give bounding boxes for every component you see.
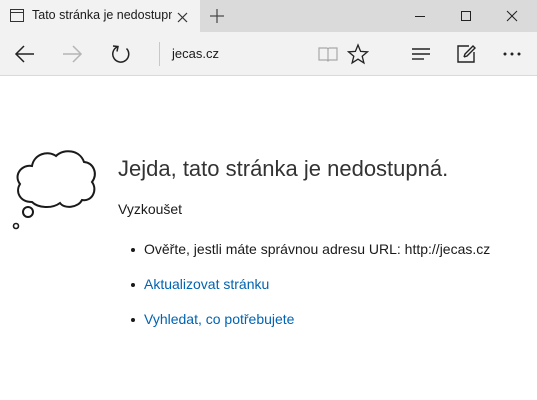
maximize-icon xyxy=(461,11,471,21)
list-item: Vyhledat, co potřebujete xyxy=(128,311,490,346)
new-tab-icon[interactable] xyxy=(209,8,225,29)
minimize-button[interactable] xyxy=(397,0,443,32)
maximize-button[interactable] xyxy=(443,0,489,32)
check-url-text: Ověřte, jestli máte správnou adresu URL:… xyxy=(144,241,491,257)
refresh-page-link[interactable]: Aktualizovat stránku xyxy=(144,276,269,292)
address-divider xyxy=(159,42,160,66)
tab-bar: Tato stránka je nedostupná xyxy=(0,0,537,32)
close-icon xyxy=(506,10,518,22)
suggestion-list: Ověřte, jestli máte správnou adresu URL:… xyxy=(128,241,490,346)
more-options-icon[interactable] xyxy=(501,43,523,70)
page-title: Jejda, tato stránka je nedostupná. xyxy=(118,156,449,181)
page-icon xyxy=(10,9,24,27)
minimize-icon xyxy=(415,16,425,17)
back-icon[interactable] xyxy=(14,43,36,70)
reading-view-icon[interactable] xyxy=(317,43,339,70)
search-link[interactable]: Vyhledat, co potřebujete xyxy=(144,311,294,327)
favorite-star-icon[interactable] xyxy=(346,43,370,70)
hub-icon[interactable] xyxy=(410,43,432,70)
web-note-icon[interactable] xyxy=(455,43,477,70)
close-window-button[interactable] xyxy=(489,0,535,32)
try-heading: Vyzkoušet xyxy=(118,201,183,217)
thought-cloud-icon xyxy=(10,142,100,237)
forward-icon[interactable] xyxy=(61,43,83,70)
close-tab-icon[interactable] xyxy=(177,10,188,28)
navigation-bar: jecas.cz xyxy=(0,32,537,76)
list-item: Aktualizovat stránku xyxy=(128,276,490,311)
address-bar[interactable]: jecas.cz xyxy=(172,46,219,61)
tab-title: Tato stránka je nedostupná xyxy=(32,8,172,22)
active-tab[interactable]: Tato stránka je nedostupná xyxy=(0,0,200,32)
refresh-icon[interactable] xyxy=(110,43,132,70)
page-content: Jejda, tato stránka je nedostupná. Vyzko… xyxy=(0,76,537,400)
list-item: Ověřte, jestli máte správnou adresu URL:… xyxy=(128,241,490,276)
